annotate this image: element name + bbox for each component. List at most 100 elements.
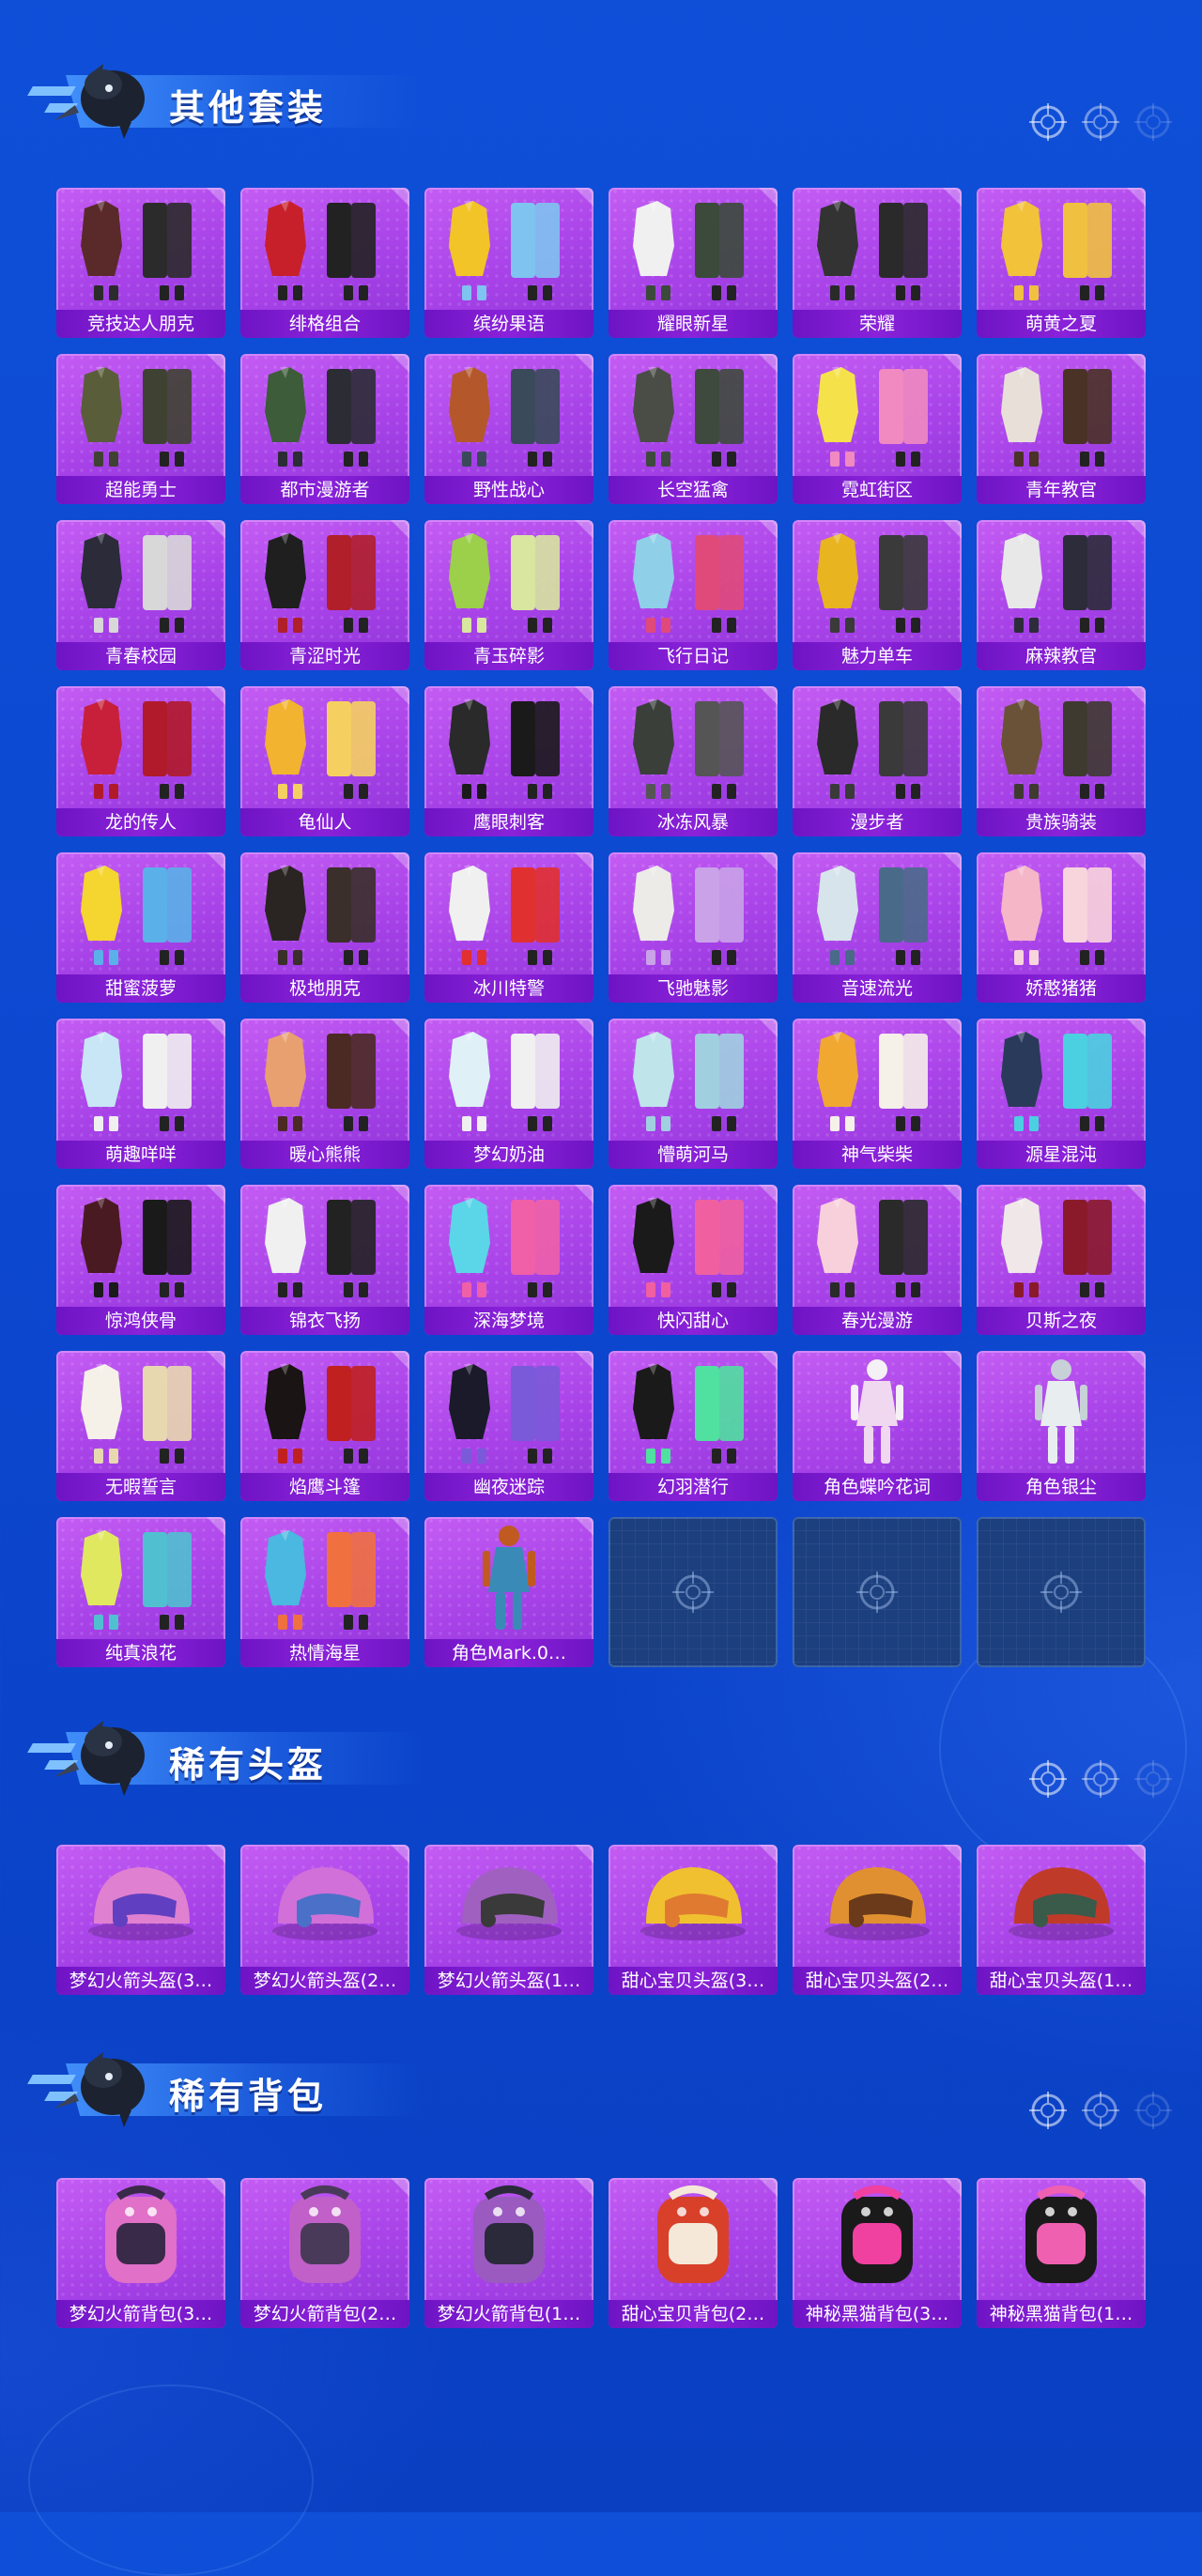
item-label: 惊鸿侠骨 xyxy=(56,1307,225,1335)
item-label: 冰冻风暴 xyxy=(609,808,778,836)
outfit-image xyxy=(449,533,560,633)
outfit-image xyxy=(449,367,560,467)
item-label: 青年教官 xyxy=(977,476,1146,504)
outfit-card[interactable]: 梦幻奶油 xyxy=(424,1019,593,1169)
outfit-card[interactable]: 青春校园 xyxy=(56,520,225,670)
outfit-card[interactable]: 青年教官 xyxy=(977,354,1146,504)
outfit-image xyxy=(633,699,744,799)
item-label: 超能勇士 xyxy=(56,476,225,504)
outfit-card[interactable]: 甜蜜菠萝 xyxy=(56,852,225,1003)
crosshair-icon xyxy=(1082,2092,1119,2129)
outfit-card[interactable]: 神气柴柴 xyxy=(793,1019,962,1169)
helmet-card[interactable]: 甜心宝贝头盔(2… xyxy=(793,1845,962,1995)
outfit-card[interactable]: 霓虹街区 xyxy=(793,354,962,504)
mascot-chicken-icon xyxy=(54,64,145,139)
outfit-image xyxy=(1001,1198,1112,1297)
backpack-grid: 梦幻火箭背包(3… 梦幻火箭背包(2… 梦幻火箭背包(1… 甜心宝贝背包(2… … xyxy=(56,2178,1146,2328)
helmet-card[interactable]: 甜心宝贝头盔(1… xyxy=(977,1845,1146,1995)
outfit-card[interactable]: 冰冻风暴 xyxy=(609,686,778,836)
outfit-card[interactable]: 热情海星 xyxy=(240,1517,409,1667)
outfit-card[interactable]: 懵萌河马 xyxy=(609,1019,778,1169)
outfit-card[interactable]: 缤纷果语 xyxy=(424,188,593,338)
outfit-card[interactable]: 娇憨猪猪 xyxy=(977,852,1146,1003)
outfit-card[interactable]: 贵族骑装 xyxy=(977,686,1146,836)
outfit-image xyxy=(265,699,376,799)
outfit-card[interactable]: 萌趣咩咩 xyxy=(56,1019,225,1169)
outfit-card[interactable]: 萌黄之夏 xyxy=(977,188,1146,338)
outfit-card[interactable]: 荣耀 xyxy=(793,188,962,338)
outfit-card[interactable]: 竞技达人朋克 xyxy=(56,188,225,338)
item-label: 魅力单车 xyxy=(793,642,962,670)
outfit-card[interactable]: 飞行日记 xyxy=(609,520,778,670)
outfit-card[interactable]: 贝斯之夜 xyxy=(977,1185,1146,1335)
backpack-card[interactable]: 神秘黑猫背包(3… xyxy=(793,2178,962,2328)
item-label: 耀眼新星 xyxy=(609,310,778,338)
outfit-card[interactable]: 无暇誓言 xyxy=(56,1351,225,1501)
item-label: 野性战心 xyxy=(424,476,593,504)
outfit-card[interactable]: 魅力单车 xyxy=(793,520,962,670)
outfit-image xyxy=(81,1364,192,1464)
outfit-card[interactable]: 野性战心 xyxy=(424,354,593,504)
item-label: 甜心宝贝头盔(1… xyxy=(977,1967,1146,1995)
helmet-card[interactable]: 梦幻火箭头盔(2… xyxy=(240,1845,409,1995)
backpack-card[interactable]: 梦幻火箭背包(3… xyxy=(56,2178,225,2328)
outfit-card[interactable]: 幽夜迷踪 xyxy=(424,1351,593,1501)
item-label: 梦幻火箭头盔(1… xyxy=(424,1967,593,1995)
crosshair-icon xyxy=(1134,1760,1172,1798)
item-label: 竞技达人朋克 xyxy=(56,310,225,338)
outfit-card[interactable]: 鹰眼刺客 xyxy=(424,686,593,836)
figure-card[interactable]: 角色银尘 xyxy=(977,1351,1146,1501)
item-label: 角色银尘 xyxy=(977,1473,1146,1501)
figure-card[interactable]: 角色Mark.0… xyxy=(424,1517,593,1667)
empty-slot xyxy=(793,1517,962,1667)
outfit-card[interactable]: 青玉碎影 xyxy=(424,520,593,670)
item-label: 音速流光 xyxy=(793,974,962,1003)
figure-card[interactable]: 角色蝶吟花词 xyxy=(793,1351,962,1501)
outfit-card[interactable]: 源星混沌 xyxy=(977,1019,1146,1169)
helmet-card[interactable]: 梦幻火箭头盔(3… xyxy=(56,1845,225,1995)
outfit-card[interactable]: 暖心熊熊 xyxy=(240,1019,409,1169)
outfit-card[interactable]: 麻辣教官 xyxy=(977,520,1146,670)
outfit-image xyxy=(265,1032,376,1131)
outfit-image xyxy=(817,1032,928,1131)
outfit-card[interactable]: 幻羽潜行 xyxy=(609,1351,778,1501)
outfit-image xyxy=(633,1032,744,1131)
outfit-card[interactable]: 都市漫游者 xyxy=(240,354,409,504)
outfit-card[interactable]: 青涩时光 xyxy=(240,520,409,670)
backpack-card[interactable]: 甜心宝贝背包(2… xyxy=(609,2178,778,2328)
backpack-card[interactable]: 神秘黑猫背包(1… xyxy=(977,2178,1146,2328)
outfit-card[interactable]: 惊鸿侠骨 xyxy=(56,1185,225,1335)
outfit-card[interactable]: 超能勇士 xyxy=(56,354,225,504)
outfit-card[interactable]: 春光漫游 xyxy=(793,1185,962,1335)
outfit-card[interactable]: 深海梦境 xyxy=(424,1185,593,1335)
outfit-image xyxy=(449,201,560,300)
outfit-card[interactable]: 飞驰魅影 xyxy=(609,852,778,1003)
outfit-card[interactable]: 冰川特警 xyxy=(424,852,593,1003)
item-label: 麻辣教官 xyxy=(977,642,1146,670)
backpack-card[interactable]: 梦幻火箭背包(1… xyxy=(424,2178,593,2328)
item-label: 梦幻火箭背包(3… xyxy=(56,2300,225,2328)
outfit-card[interactable]: 龟仙人 xyxy=(240,686,409,836)
item-label: 飞行日记 xyxy=(609,642,778,670)
outfit-card[interactable]: 长空猛禽 xyxy=(609,354,778,504)
backpack-card[interactable]: 梦幻火箭背包(2… xyxy=(240,2178,409,2328)
outfit-card[interactable]: 锦衣飞扬 xyxy=(240,1185,409,1335)
helmet-card[interactable]: 梦幻火箭头盔(1… xyxy=(424,1845,593,1995)
outfit-card[interactable]: 纯真浪花 xyxy=(56,1517,225,1667)
outfit-card[interactable]: 焰鹰斗篷 xyxy=(240,1351,409,1501)
outfit-card[interactable]: 音速流光 xyxy=(793,852,962,1003)
item-label: 极地朋克 xyxy=(240,974,409,1003)
section-title: 稀有背包 xyxy=(169,2076,328,2117)
outfit-card[interactable]: 快闪甜心 xyxy=(609,1185,778,1335)
item-label: 长空猛禽 xyxy=(609,476,778,504)
figure-image xyxy=(483,1526,535,1630)
outfit-card[interactable]: 漫步者 xyxy=(793,686,962,836)
outfit-image xyxy=(81,367,192,467)
item-label: 快闪甜心 xyxy=(609,1307,778,1335)
outfit-card[interactable]: 绯格组合 xyxy=(240,188,409,338)
outfit-card[interactable]: 极地朋克 xyxy=(240,852,409,1003)
helmet-card[interactable]: 甜心宝贝头盔(3… xyxy=(609,1845,778,1995)
outfit-card[interactable]: 龙的传人 xyxy=(56,686,225,836)
outfit-card[interactable]: 耀眼新星 xyxy=(609,188,778,338)
item-label: 青春校园 xyxy=(56,642,225,670)
